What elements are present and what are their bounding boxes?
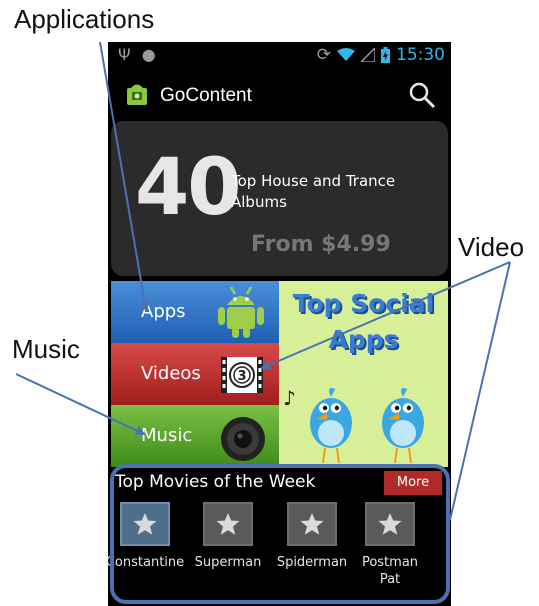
promo-line-1: Top Social [292,289,435,318]
star-icon [120,502,170,546]
system-status: ⟳ 15:30 [317,45,445,65]
callout-video: Video [458,232,525,262]
featured-albums-banner[interactable]: 40 Top House and Trance Albums From $4.9… [111,121,448,276]
banner-price: From $4.99 [251,232,391,257]
callout-applications: Applications [14,4,155,34]
phone-screen: Ψ ● ⟳ 15:30 GoContent 40 Top House and T… [108,42,451,606]
status-time: 15:30 [396,45,445,65]
notification-icons: Ψ ● [118,45,156,64]
action-bar: GoContent [108,70,451,118]
banner-number: 40 [135,143,242,233]
movie-title: Superman [194,555,262,570]
twitter-birds-icon: ♪ [283,386,424,464]
star-icon [365,502,415,546]
sync-icon: ⟳ [316,45,331,65]
android-debug-icon: ● [141,45,156,64]
movie-item[interactable]: Postman Pat [355,502,425,588]
video-arrow-to-movies [449,261,511,521]
status-bar: Ψ ● ⟳ 15:30 [108,42,451,70]
movie-title: Constantine [108,555,185,570]
svg-text:3: 3 [237,369,246,384]
movie-title: Spiderman [276,555,348,570]
banner-headline: Top House and Trance Albums [231,172,396,211]
usb-icon: Ψ [118,45,131,64]
svg-text:♪: ♪ [283,386,296,410]
videos-tile[interactable]: Videos 3 [111,343,279,405]
music-tile-label: Music [141,425,193,446]
movie-item[interactable]: Constantine [108,502,186,571]
android-icon [218,286,264,338]
promo-line-2: Apps [328,325,399,354]
battery-icon [381,47,390,63]
callout-music: Music [12,334,80,364]
apps-tile[interactable]: Apps [111,281,279,343]
app-logo-icon [127,84,147,105]
search-icon[interactable] [407,80,437,110]
signal-icon [361,48,375,62]
top-social-apps-promo[interactable]: Top Social Apps ♪ [279,281,448,467]
movie-item[interactable]: Spiderman [271,502,353,571]
movie-title: Postman Pat [361,555,419,587]
movies-section-title: Top Movies of the Week [115,472,316,492]
star-icon [287,502,337,546]
film-reel-icon: 3 [221,357,263,393]
movie-item[interactable]: Superman [187,502,269,571]
apps-tile-label: Apps [141,301,186,322]
videos-tile-label: Videos [141,363,201,384]
star-icon [203,502,253,546]
more-button[interactable]: More [384,471,442,495]
app-title: GoContent [160,85,252,106]
top-movies-section: Top Movies of the Week More Constantine … [108,468,448,606]
speaker-icon [221,417,265,461]
wifi-icon [337,48,355,61]
music-tile[interactable]: Music [111,405,279,467]
